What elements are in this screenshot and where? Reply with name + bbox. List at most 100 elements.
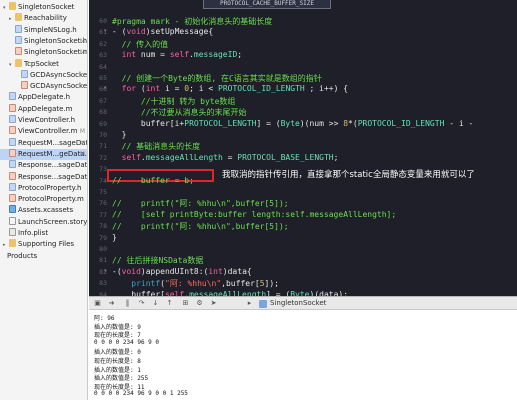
code-token: // buffer = b; <box>112 175 194 185</box>
code-token: // 创建一个Byte的数组, 在C语言其实就是数组的指针 <box>112 74 322 83</box>
target-icon: ▸ <box>247 299 252 307</box>
line-number: 71 <box>99 142 107 151</box>
sidebar-item[interactable]: RequestM...sageData.hM <box>0 137 88 149</box>
view-hierarchy-icon[interactable]: ⊞ <box>181 299 190 308</box>
file-icon <box>9 205 16 214</box>
sidebar-item-label: AppDelegate.m <box>18 104 73 113</box>
sidebar-item-label: ProtocolProperty.m <box>18 195 84 204</box>
code-token: void <box>126 27 146 37</box>
code-token: i = <box>160 84 185 94</box>
fold-ribbon-icon[interactable]: ▾ <box>104 268 108 274</box>
code-token: PROTOCOL_LENGTH <box>184 118 257 128</box>
sidebar-item-label: SingletonSocket.m <box>24 48 88 57</box>
sidebar-item[interactable]: AppDelegate.h <box>0 92 87 103</box>
code-line: int num = self.messageID; <box>112 50 242 59</box>
line-number: 60 <box>99 17 107 25</box>
code-token: } <box>112 232 117 242</box>
sidebar-item[interactable]: ProtocolProperty.h <box>0 182 87 194</box>
line-number: 79 <box>99 233 107 242</box>
sidebar-item[interactable]: Assets.xcassets <box>0 205 87 216</box>
app-icon <box>259 300 267 308</box>
code-token: printf <box>112 279 161 289</box>
code-line: #pragma mark - 初始化消息头的基础长度 <box>112 16 272 27</box>
sidebar-item[interactable]: SingletonSocket.m M <box>0 47 88 58</box>
sidebar-item[interactable]: ViewController.m M <box>0 126 87 137</box>
sidebar-item[interactable]: ▸ Reachability <box>0 13 87 24</box>
code-line: } <box>112 130 127 139</box>
memory-graph-icon[interactable]: ⚙ <box>195 299 204 308</box>
code-token: messageAllLength <box>145 152 223 162</box>
sidebar-item-label: GCDAsyncSocket.h <box>30 70 88 79</box>
console-output[interactable]: 阿: 96 插入的数值是: 9 现在的长度是: 70 0 0 0 234 96 9 … <box>89 310 517 400</box>
sidebar-item[interactable]: GCDAsyncSocket.m <box>0 81 87 92</box>
code-token: )data{ <box>222 266 252 276</box>
sidebar-item[interactable]: ▾ SingletonSocket <box>0 2 87 13</box>
code-token: } <box>112 130 127 139</box>
pause-icon[interactable]: ‖ <box>123 299 132 308</box>
code-token: // 传入的值 <box>112 39 169 49</box>
line-number: 74 <box>99 176 107 185</box>
sidebar-item[interactable]: ViewController.h <box>0 115 87 126</box>
project-navigator: ▾ SingletonSocket ▸ Reachability SimpleNSLog… <box>0 0 88 400</box>
sidebar-item-label: RequestM...sageData.h <box>18 138 88 147</box>
search-result-field: PROTOCOL_CACHE_BUFFER_SIZE <box>203 0 331 9</box>
file-icon <box>9 194 16 203</box>
code-line: -(void)appendUInt8:(int)data{ <box>112 267 252 276</box>
console-line: 0 0 0 0 234 96 9 0 <box>94 338 160 346</box>
folder-icon <box>15 13 22 22</box>
fold-ribbon-icon[interactable]: ▾ <box>104 28 108 34</box>
sidebar-item[interactable]: Response...sageData.m <box>0 171 88 183</box>
code-line: printf("阿: %hhu\n",buffer[5]); <box>112 278 279 289</box>
sidebar-item[interactable]: SingletonSocket.h M <box>0 35 87 47</box>
sidebar-item-label: Products <box>7 251 38 260</box>
sidebar-item[interactable]: AppDelegate.m <box>0 103 87 115</box>
sidebar-item[interactable]: ▸ Supporting Files <box>0 239 87 250</box>
code-line: //十进制 转为 byte数组 <box>112 96 236 107</box>
sidebar-item[interactable]: RequestM...geData.m M <box>0 148 87 160</box>
debug-crumb-label[interactable]: SingletonSocket <box>270 299 326 307</box>
console-line: 0 0 0 0 234 96 9 0 0 1 255 <box>94 390 188 398</box>
line-number: 81 <box>99 256 107 265</box>
code-line: // printf("阿: %hhu\n",buffer[5]); <box>112 221 289 232</box>
step-out-icon[interactable]: ↑ <box>165 299 174 308</box>
code-token: ( <box>136 84 146 94</box>
scm-badge: M <box>79 37 85 45</box>
code-editor[interactable]: PROTOCOL_CACHE_BUFFER_SIZE 我取消的指针传引用，直接拿… <box>89 0 517 296</box>
sidebar-item[interactable]: Info.plist <box>0 228 87 239</box>
sidebar-item[interactable]: SimpleNSLog.h <box>0 24 87 36</box>
code-token: int <box>112 50 137 60</box>
code-token: ; <box>333 152 339 162</box>
sidebar-item[interactable]: Products <box>0 251 87 262</box>
sidebar-item-label: SingletonSocket <box>18 3 75 11</box>
search-result-text: PROTOCOL_CACHE_BUFFER_SIZE <box>220 0 314 7</box>
step-in-icon[interactable]: ↓ <box>151 299 160 308</box>
step-over-icon[interactable]: ↷ <box>137 299 146 308</box>
fold-ribbon-icon[interactable]: ▾ <box>104 85 108 91</box>
sidebar-item[interactable]: GCDAsyncSocket.h <box>0 69 88 81</box>
annotation-text: 我取消的指针传引用，直接拿那个static全局静态变量来用就可以了 <box>222 170 475 180</box>
file-icon <box>9 92 16 101</box>
code-line: - (void)setUpMessage{ <box>112 27 213 36</box>
file-icon <box>15 24 22 33</box>
sidebar-item[interactable]: Response...sageData.h <box>0 160 87 171</box>
sidebar-item[interactable]: ProtocolProperty.m <box>0 194 87 205</box>
sidebar-item-label: Info.plist <box>18 229 49 237</box>
sidebar-item[interactable]: ▾ TcpSocket <box>0 58 87 70</box>
breakpoints-icon[interactable]: ➜ <box>107 299 116 308</box>
line-number: 80 <box>99 245 107 253</box>
code-token: PROTOCOL_ID_LENGTH <box>218 84 305 94</box>
file-icon <box>15 47 22 56</box>
sidebar-item[interactable]: LaunchScreen.storyboard <box>0 216 87 228</box>
scm-badge: M <box>79 49 85 57</box>
code-token: - ( <box>112 27 127 37</box>
code-token: messageID <box>193 50 238 60</box>
hide-debug-area-icon[interactable]: ▣ <box>93 299 102 308</box>
simulate-location-icon[interactable]: ➤ <box>209 299 218 308</box>
line-number: 83 <box>99 279 107 288</box>
line-number: 73 <box>99 165 107 174</box>
sidebar-item-label: Response...sageData.m <box>18 172 88 181</box>
line-number: 77 <box>99 210 107 219</box>
file-icon <box>9 228 16 236</box>
code-token: *( <box>348 118 358 128</box>
scm-badge: M <box>79 150 85 158</box>
